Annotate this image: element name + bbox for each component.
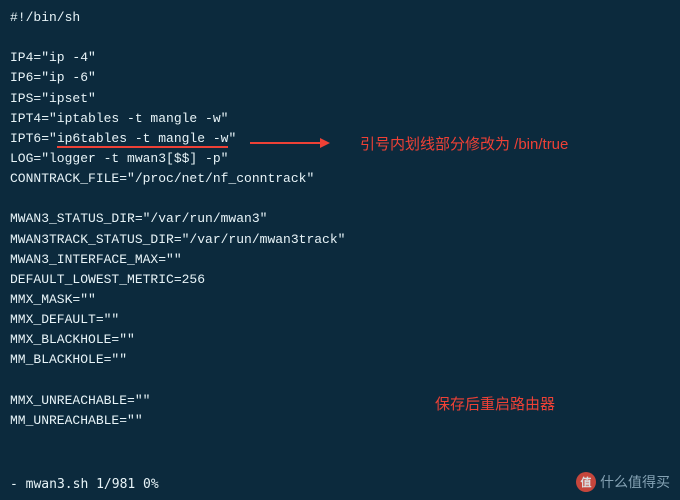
code-line: [10, 189, 670, 209]
code-line: IPT6="ip6tables -t mangle -w": [10, 129, 670, 149]
highlighted-segment: ip6tables -t mangle -w: [57, 131, 229, 148]
code-line: DEFAULT_LOWEST_METRIC=256: [10, 270, 670, 290]
annotation-text-1: 引号内划线部分修改为 /bin/true: [360, 133, 568, 154]
code-line: IPS="ipset": [10, 89, 670, 109]
code-editor[interactable]: #!/bin/sh IP4="ip -4"IP6="ip -6"IPS="ips…: [0, 0, 680, 500]
code-line: LOG="logger -t mwan3[$$] -p": [10, 149, 670, 169]
code-line: [10, 371, 670, 391]
code-line: MWAN3_INTERFACE_MAX="": [10, 250, 670, 270]
editor-status-line: - mwan3.sh 1/981 0%: [10, 477, 159, 492]
code-line: CONNTRACK_FILE="/proc/net/nf_conntrack": [10, 169, 670, 189]
code-line: #!/bin/sh: [10, 8, 670, 28]
code-line: MMX_MASK="": [10, 290, 670, 310]
watermark-text: 什么值得买: [600, 472, 670, 492]
watermark-badge-icon: 值: [576, 472, 596, 492]
code-line: MMX_UNREACHABLE="": [10, 391, 670, 411]
code-line: MM_UNREACHABLE="": [10, 411, 670, 431]
code-line: MM_BLACKHOLE="": [10, 350, 670, 370]
annotation-text-2: 保存后重启路由器: [435, 393, 555, 414]
code-line: IP4="ip -4": [10, 48, 670, 68]
code-line: IPT4="iptables -t mangle -w": [10, 109, 670, 129]
code-line: IP6="ip -6": [10, 68, 670, 88]
code-line: [10, 28, 670, 48]
code-line: MWAN3TRACK_STATUS_DIR="/var/run/mwan3tra…: [10, 230, 670, 250]
code-line: MMX_BLACKHOLE="": [10, 330, 670, 350]
watermark: 值 什么值得买: [576, 472, 670, 492]
code-line: MWAN3_STATUS_DIR="/var/run/mwan3": [10, 209, 670, 229]
code-line: MMX_DEFAULT="": [10, 310, 670, 330]
